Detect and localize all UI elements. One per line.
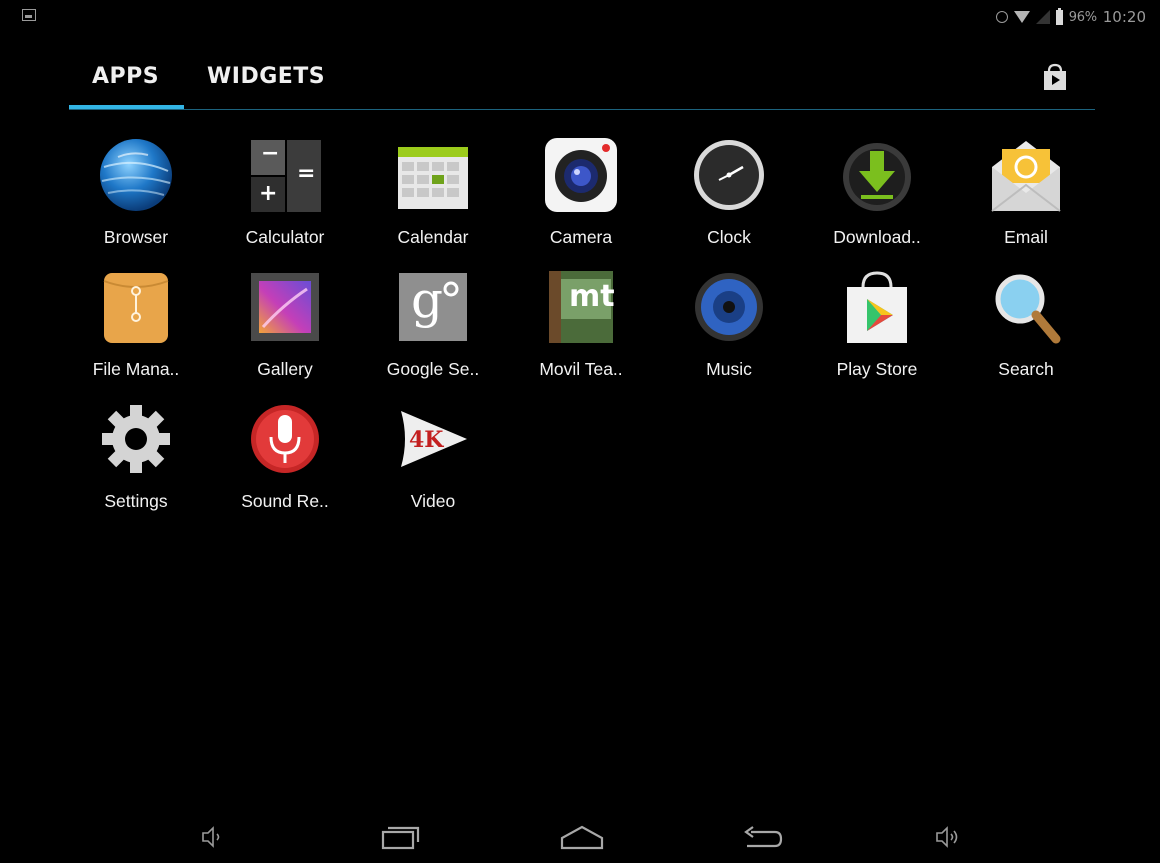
status-icons: 96% 10:20 [995,6,1146,28]
app-settings[interactable]: Settings [62,401,210,531]
recent-apps-icon [381,826,420,850]
calc-equals-glyph: = [297,161,316,186]
app-movil-tea[interactable]: mt Movil Tea.. [507,269,655,399]
app-label: Video [410,491,456,511]
app-camera[interactable]: Camera [507,137,655,267]
volume-up-icon [936,826,958,848]
back-icon [744,826,783,848]
battery-percent: 96% [1068,9,1097,25]
status-bar: 96% 10:20 [0,0,1160,32]
status-time: 10:20 [1102,8,1146,26]
app-label: Calculator [245,227,325,247]
app-calendar[interactable]: Calendar [359,137,507,267]
tab-widgets[interactable]: WIDGETS [207,64,325,89]
app-label: Google Se.. [386,359,480,379]
signal-icon [1035,10,1050,24]
app-browser[interactable]: Browser [62,137,210,267]
app-music[interactable]: Music [655,269,803,399]
browser-globe-icon [98,137,174,213]
app-email[interactable]: Email [952,137,1100,267]
app-label: Settings [104,491,168,511]
file-manager-icon [98,269,174,345]
shopping-bag-icon [1044,63,1066,90]
volume-down-button[interactable] [200,824,224,854]
app-label: Email [1004,227,1048,247]
app-search[interactable]: Search [952,269,1100,399]
movil-tea-icon: mt [543,269,619,345]
app-label: Gallery [257,359,313,379]
app-file-manager[interactable]: File Mana.. [62,269,210,399]
music-icon [691,269,767,345]
app-google-settings[interactable]: g Google Se.. [359,269,507,399]
gallery-icon [247,269,323,345]
app-label: Download.. [833,227,921,247]
email-icon [988,137,1064,213]
google-settings-glyph: g [411,271,444,329]
calculator-icon: − + = [247,137,323,213]
back-button[interactable] [741,824,783,856]
settings-gear-icon [98,401,174,477]
app-label: Movil Tea.. [539,359,623,379]
app-play-store[interactable]: Play Store [803,269,951,399]
home-icon [560,825,604,850]
download-icon [839,137,915,213]
battery-icon [1055,7,1063,25]
video-4k-glyph: 4K [409,427,444,453]
app-label: Play Store [836,359,918,379]
navigation-bar [0,810,1160,863]
wifi-icon [1013,11,1030,23]
camera-icon [543,137,619,213]
app-label: File Mana.. [92,359,180,379]
app-sound-recorder[interactable]: Sound Re.. [211,401,359,531]
app-label: Clock [707,227,751,247]
play-store-icon [839,269,915,345]
calc-minus-glyph: − [261,141,280,166]
tab-apps[interactable]: APPS [92,64,159,89]
video-4k-icon: 4K [395,401,471,477]
app-gallery[interactable]: Gallery [211,269,359,399]
app-label: Browser [103,227,169,247]
notification-icon [22,9,36,21]
app-label: Calendar [397,227,469,247]
sound-recorder-icon [247,401,323,477]
home-button[interactable] [560,824,604,854]
volume-up-button[interactable] [934,824,962,854]
recent-apps-button[interactable] [381,824,421,854]
alarm-icon [995,11,1008,23]
app-label: Camera [549,227,613,247]
search-icon [988,269,1064,345]
calendar-icon [395,137,471,213]
tab-bar: APPS WIDGETS [0,48,1160,112]
app-calculator[interactable]: − + = Calculator [211,137,359,267]
app-label: Search [998,359,1054,379]
play-store-shortcut-button[interactable] [1040,62,1070,92]
app-clock[interactable]: Clock [655,137,803,267]
google-settings-icon: g [395,269,471,345]
app-downloads[interactable]: Download.. [803,137,951,267]
movil-tea-glyph: mt [569,279,615,314]
tab-divider [69,109,1095,110]
app-video[interactable]: 4K Video [359,401,507,531]
app-label: Sound Re.. [241,491,329,511]
clock-icon [691,137,767,213]
calc-plus-glyph: + [259,181,278,206]
app-label: Music [706,359,752,379]
volume-down-icon [202,826,220,848]
